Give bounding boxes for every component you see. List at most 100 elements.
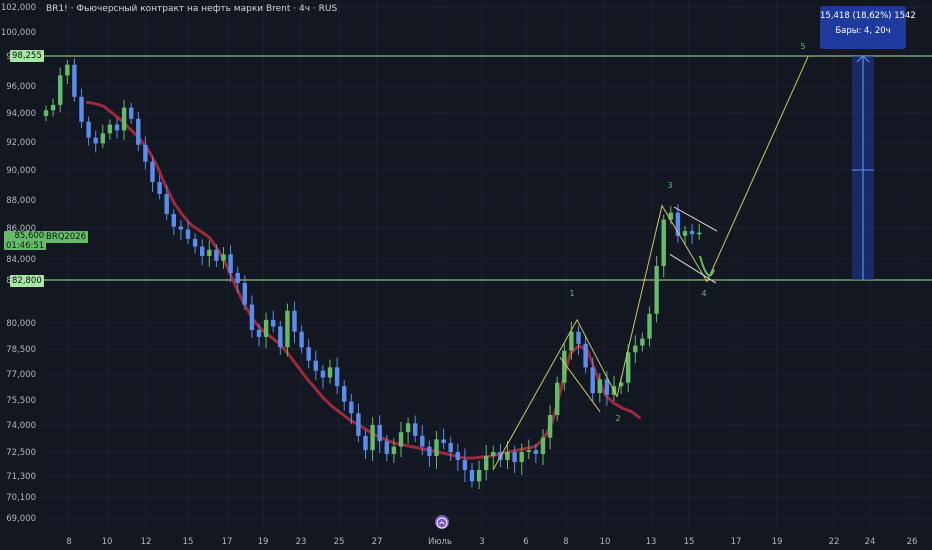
time-tick-label: 12	[141, 537, 152, 547]
horizontal-levels[interactable]	[42, 55, 932, 281]
candle-body	[405, 423, 411, 433]
candle-body	[65, 64, 70, 76]
wave-label: 5	[800, 42, 805, 51]
candle-body	[100, 133, 105, 144]
candle-body	[555, 382, 560, 415]
candle-body	[320, 370, 326, 378]
time-tick-label: 22	[829, 537, 840, 547]
candle-body	[547, 415, 553, 438]
chart-title: BR1! · Фьючерсный контракт на нефть марк…	[46, 4, 338, 14]
candle-body	[256, 329, 262, 337]
candle-body	[526, 450, 531, 452]
level-high-tag[interactable]: 98,255	[10, 50, 44, 62]
candle-body	[420, 435, 425, 447]
candle-body	[349, 401, 354, 414]
calendar-arrow-glyph	[436, 517, 448, 529]
candle-body	[583, 343, 588, 368]
candle-body	[249, 304, 255, 330]
time-tick-label: 10	[102, 537, 113, 547]
time-axis[interactable]: 8 10 12 15 17 19 23 25 27 Июль 3 6 8 10 13 15 17 19 22 24 26	[66, 537, 917, 547]
time-tick-label: 23	[296, 537, 307, 547]
time-tick-label: 8	[563, 537, 568, 547]
wave-label: 2	[615, 414, 620, 423]
candle-body	[697, 232, 702, 235]
candle-body	[597, 379, 602, 394]
current-price: 85,600	[14, 231, 45, 241]
candle-body	[384, 441, 389, 454]
candle-body	[356, 413, 361, 436]
time-tick-label: 19	[772, 537, 783, 547]
price-tick-label: 72,500	[6, 448, 36, 458]
price-chart[interactable]: 69,000 70,100 71,300 72,500 74,000 75,500 77,0…	[0, 0, 932, 550]
candle-body	[682, 231, 688, 236]
candle-body	[185, 229, 191, 239]
candle-body	[391, 446, 397, 454]
price-tick-label: 90,000	[6, 166, 36, 176]
trading-chart-app: 69,000 70,100 71,300 72,500 74,000 75,500 77,0…	[0, 0, 932, 550]
contract-symbol-tag[interactable]: BRQ2026	[44, 231, 89, 243]
candle-body	[306, 347, 311, 361]
price-tick-label: 70,100	[6, 493, 36, 503]
current-price-tag[interactable]: 85,600 01:46:51	[4, 231, 47, 251]
candle-body	[242, 283, 247, 305]
time-tick-label: 10	[600, 537, 611, 547]
candle-body	[590, 367, 595, 394]
calendar-arrow-icon[interactable]	[435, 515, 449, 529]
candle-body	[342, 386, 347, 402]
candle-body	[398, 432, 404, 447]
time-tick-label: Июль	[428, 537, 452, 547]
candle-body	[178, 226, 184, 230]
candle-body	[519, 452, 524, 462]
wave-label: 1	[569, 289, 574, 298]
candle-body	[413, 423, 418, 436]
candle-body	[79, 96, 84, 122]
candle-body	[299, 331, 304, 348]
time-tick-label: 17	[222, 537, 233, 547]
candle-body	[661, 219, 666, 266]
candle-body	[200, 246, 205, 256]
price-axis[interactable]: 69,000 70,100 71,300 72,500 74,000 75,500 77,0…	[1, 3, 36, 524]
price-range-measure[interactable]	[852, 55, 874, 280]
measure-change: 15,418 (18,62%) 1542	[820, 11, 916, 21]
flag-line-upper	[673, 206, 718, 232]
time-tick-label: 6	[523, 537, 528, 547]
candle-body	[576, 331, 581, 344]
candle-body	[562, 350, 567, 383]
candle-body	[43, 110, 49, 116]
price-tick-label: 94,000	[6, 109, 36, 119]
candle-body	[455, 452, 460, 460]
level-low-tag[interactable]: 82,800	[10, 275, 44, 287]
wave-label: 4	[701, 289, 706, 298]
candle-body	[313, 360, 318, 371]
price-tick-label: 80,000	[6, 319, 36, 329]
time-tick-label: 15	[183, 537, 194, 547]
candle-body	[107, 124, 113, 134]
candle-body	[235, 273, 240, 284]
time-tick-label: 13	[646, 537, 657, 547]
candle-body	[93, 137, 98, 144]
measure-info-box: 15,418 (18,62%) 1542 Бары: 4, 20ч	[820, 6, 916, 49]
chart-grid	[42, 0, 932, 530]
price-tick-label: 84,000	[6, 255, 36, 265]
candle-body	[192, 238, 198, 247]
candle-body	[569, 331, 574, 351]
candle-body	[633, 345, 638, 353]
candle-body	[427, 446, 432, 456]
candle-body	[285, 310, 290, 348]
candle-body	[448, 443, 453, 452]
candle-body	[370, 425, 375, 451]
time-tick-label: 3	[479, 537, 484, 547]
candle-body	[271, 319, 276, 327]
candle-body	[334, 367, 340, 387]
candle-body	[50, 104, 56, 111]
candle-body	[327, 367, 333, 378]
candle-body	[363, 435, 368, 451]
candle-body	[129, 107, 134, 119]
wave-label: 3	[667, 181, 672, 190]
candle-body	[214, 249, 219, 261]
candle-body	[136, 118, 141, 145]
candle-body	[207, 249, 212, 256]
price-tick-label: 100,000	[1, 28, 36, 38]
measure-bars: Бары: 4, 20ч	[835, 26, 891, 36]
price-tick-label: 74,000	[6, 421, 36, 431]
